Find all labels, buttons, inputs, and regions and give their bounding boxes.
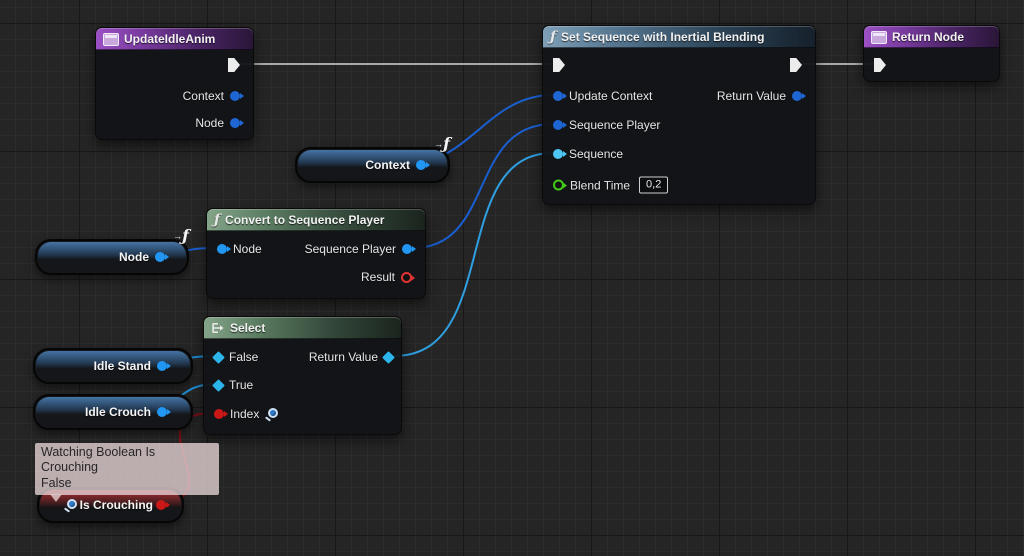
node-out-pin[interactable] — [230, 118, 240, 128]
idle-crouch-out-pin[interactable] — [157, 407, 167, 417]
watch-tooltip-line1: Watching Boolean Is Crouching — [41, 445, 213, 476]
watch-tooltip-value: False — [41, 476, 213, 491]
pin-label: True — [229, 378, 253, 392]
node-header: ƒ Set Sequence with Inertial Blending — [543, 26, 815, 48]
pin-label: Sequence — [569, 147, 623, 161]
idle-stand-out-pin[interactable] — [157, 361, 167, 371]
pin-label: Blend Time — [570, 178, 630, 192]
pure-function-icon: →ƒ — [434, 136, 450, 152]
node-header: Return Node — [864, 26, 999, 48]
node-header: UpdateIdleAnim — [96, 28, 253, 50]
pin-label: False — [229, 350, 258, 364]
capsule-label: Idle Crouch — [85, 405, 151, 419]
blend-time-in-pin[interactable] — [553, 180, 564, 191]
node-update-idle-anim[interactable]: UpdateIdleAnim Context Node — [95, 27, 254, 140]
pin-label: Sequence Player — [569, 118, 660, 132]
node-get-context[interactable]: →ƒ Context — [295, 147, 450, 183]
return-value-out-pin[interactable] — [792, 91, 802, 101]
capsule-label: Context — [365, 158, 410, 172]
update-context-in-pin[interactable] — [553, 91, 563, 101]
function-result-icon — [871, 31, 887, 44]
node-title: Select — [230, 321, 265, 335]
node-get-idle-stand[interactable]: Idle Stand — [33, 348, 193, 384]
pin-label: Return Value — [309, 350, 378, 364]
context-out-pin[interactable] — [230, 91, 240, 101]
node-set-sequence-inertial-blending[interactable]: ƒ Set Sequence with Inertial Blending Up… — [542, 25, 816, 205]
pin-label: Node — [233, 242, 262, 256]
capsule-label: Node — [119, 250, 149, 264]
node-title: Convert to Sequence Player — [225, 213, 384, 227]
node-title: Set Sequence with Inertial Blending — [561, 30, 764, 44]
node-title: Return Node — [892, 30, 964, 44]
exec-in-pin[interactable] — [553, 58, 565, 72]
node-header: ƒ Convert to Sequence Player — [207, 209, 425, 231]
exec-in-pin[interactable] — [874, 58, 886, 72]
node-return-node[interactable]: Return Node — [863, 25, 1000, 82]
result-out-pin[interactable] — [401, 272, 412, 283]
blueprint-graph-canvas[interactable]: UpdateIdleAnim Context Node ƒ Set Sequen… — [0, 0, 1024, 556]
watch-tooltip: Watching Boolean Is Crouching False — [35, 443, 219, 495]
node-out-pin[interactable] — [155, 252, 165, 262]
node-header: Select — [204, 317, 401, 339]
capsule-label: Idle Stand — [94, 359, 151, 373]
return-value-out-pin[interactable] — [382, 351, 395, 364]
pin-label: Update Context — [569, 89, 652, 103]
node-convert-to-sequence-player[interactable]: ƒ Convert to Sequence Player Node Sequen… — [206, 208, 426, 299]
pure-function-icon: →ƒ — [173, 228, 189, 244]
pin-label: Index — [230, 407, 259, 421]
exec-out-pin[interactable] — [790, 58, 802, 72]
node-select[interactable]: Select False Return Value True Index — [203, 316, 402, 435]
pin-label: Node — [195, 116, 224, 130]
blend-time-value-input[interactable]: 0,2 — [639, 177, 668, 194]
false-in-pin[interactable] — [212, 351, 225, 364]
function-icon: ƒ — [214, 213, 220, 227]
sequence-in-pin[interactable] — [553, 149, 563, 159]
capsule-label: Is Crouching — [80, 498, 153, 512]
node-get-node[interactable]: →ƒ Node — [35, 239, 189, 275]
node-title: UpdateIdleAnim — [124, 32, 215, 46]
function-entry-icon — [103, 33, 119, 46]
sequence-player-in-pin[interactable] — [553, 120, 563, 130]
pin-label: Result — [361, 270, 395, 284]
select-icon — [211, 322, 225, 334]
true-in-pin[interactable] — [212, 379, 225, 392]
exec-out-pin[interactable] — [228, 58, 240, 72]
index-in-pin[interactable] — [214, 409, 224, 419]
is-crouching-out-pin[interactable] — [156, 500, 166, 510]
sequence-player-out-pin[interactable] — [402, 244, 412, 254]
watch-icon — [64, 499, 77, 512]
node-in-pin[interactable] — [217, 244, 227, 254]
context-out-pin[interactable] — [416, 160, 426, 170]
watch-icon — [265, 408, 278, 421]
pin-label: Sequence Player — [305, 242, 396, 256]
pin-label: Return Value — [717, 89, 786, 103]
node-get-idle-crouch[interactable]: Idle Crouch — [33, 394, 193, 430]
pin-label: Context — [183, 89, 224, 103]
function-icon: ƒ — [550, 30, 556, 44]
